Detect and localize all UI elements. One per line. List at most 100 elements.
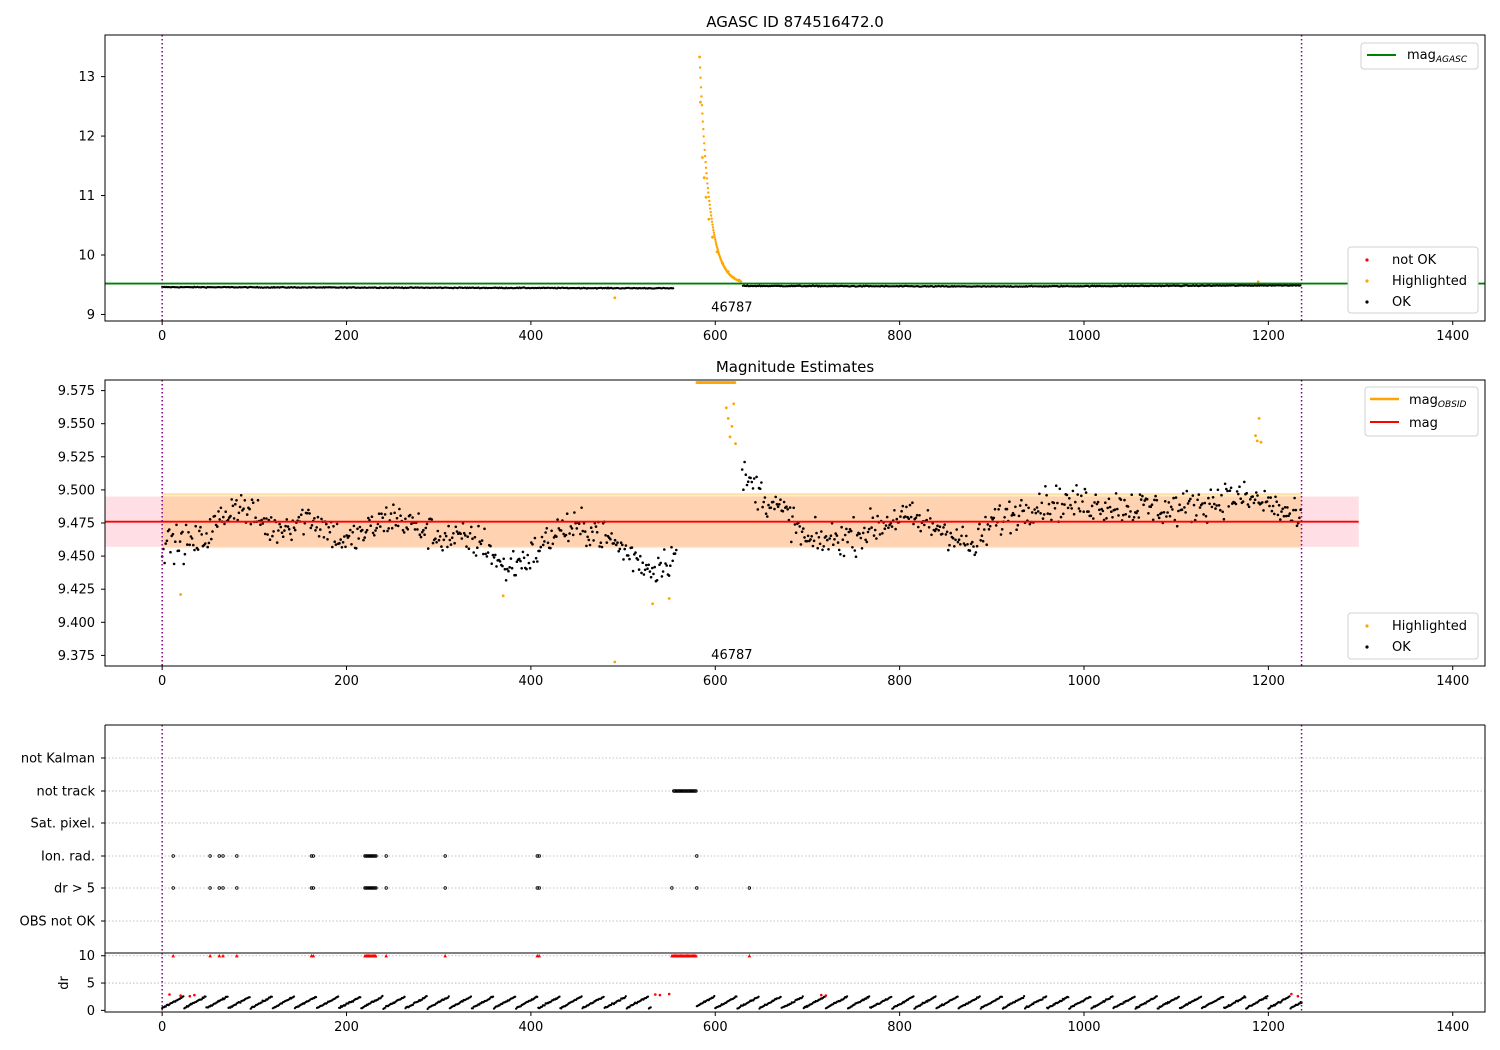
highlighted-point [702,176,706,180]
ok-point [327,526,331,529]
ok-point [766,515,769,518]
ok-point [1027,506,1030,510]
ok-point [465,545,468,548]
ok-point [422,528,425,532]
ok-point [410,522,413,526]
ok-point [504,579,508,582]
ok-point [851,546,854,549]
ok-point [464,534,467,537]
dr-point [1288,995,1291,998]
ok-point [884,524,888,527]
ok-point [845,527,848,531]
ok-point [621,543,624,547]
ok-point [322,536,326,539]
ok-point [975,544,979,548]
ok-point [589,526,593,529]
flag-row-label: Sat. pixel. [31,817,95,832]
dr-point [956,995,959,998]
ok-point [1191,494,1195,497]
ok-point [358,525,362,529]
ok-point [367,516,370,520]
ok-point [1245,491,1248,495]
ok-point [1222,517,1226,521]
ok-point [426,547,430,550]
ok-point [248,507,251,511]
ok-point [849,529,853,533]
dr-point [868,995,871,998]
dr-point [447,995,450,998]
ok-point [875,537,878,540]
ok-point [953,545,956,548]
ok-point [1207,496,1210,500]
ok-point [630,546,634,549]
dr-not-ok-point [654,993,657,996]
ok-point [501,564,504,568]
x-tick-label: 400 [518,674,543,689]
ok-point [1281,507,1284,511]
x-tick-label: 1400 [1436,1020,1469,1035]
ok-point [750,480,754,484]
ok-point [1208,502,1211,506]
x-tick-label: 800 [887,674,912,689]
ok-point [1292,508,1295,512]
ok-point [1132,516,1136,519]
ok-point [435,541,438,544]
ok-point [1081,500,1084,503]
y-tick-label: 9.525 [58,450,95,465]
ok-point [380,512,383,515]
ok-point [437,538,441,542]
ok-point [894,527,897,531]
ok-point [263,532,267,536]
ok-point [472,551,476,554]
ok-point [1076,493,1079,496]
ok-point [1197,493,1201,496]
ok-point [1000,528,1004,531]
ok-point [1113,508,1117,512]
ok-point [893,509,896,512]
ok-point [945,530,949,534]
ok-point [1229,486,1233,490]
ok-point [394,523,398,527]
ok-point [586,535,589,539]
highlighted-point [713,236,716,239]
highlighted-point [651,602,654,606]
ok-point [793,523,797,526]
ok-point [1111,516,1114,519]
ok-point [1083,487,1087,491]
ok-point [1187,499,1191,503]
ok-point [803,536,806,539]
dr-point [801,995,804,998]
ok-point [399,514,402,517]
ok-point [208,518,212,521]
ok-point [954,538,957,542]
ok-point [1249,498,1252,501]
ok-point [297,515,301,519]
dr-point [558,995,561,998]
x-tick-label: 0 [158,329,166,344]
ok-point [328,530,332,534]
ok-point [799,543,803,546]
dr-point [359,996,362,999]
dr-point [779,995,782,999]
ok-point [413,528,417,531]
ok-point [453,541,456,545]
ok-point [1217,504,1221,507]
ok-point [860,547,864,550]
ok-point [211,530,214,533]
ok-point [1228,489,1232,493]
dr-point [1089,996,1092,999]
ok-point [1105,517,1108,520]
ok-point [984,515,987,519]
ok-point [1139,498,1143,501]
ok-point [383,513,387,516]
ok-point [207,541,211,545]
ok-point [959,543,962,546]
ok-point [930,533,933,537]
ok-point [1042,513,1046,516]
ok-point [743,460,746,464]
ok-point [343,535,346,538]
ok-point [443,531,447,535]
ok-point [811,544,815,548]
ok-point [1060,502,1064,506]
ok-point [479,542,483,546]
